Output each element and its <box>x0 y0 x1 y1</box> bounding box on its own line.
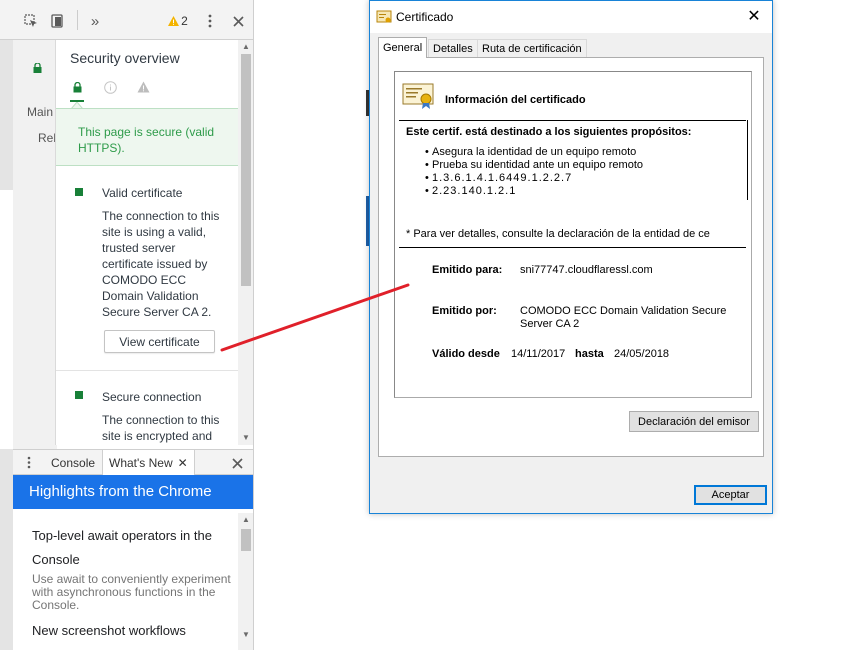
secure-lock-icon[interactable] <box>70 80 84 94</box>
valid-certificate-status-icon <box>75 188 83 196</box>
issuer-statement-button[interactable]: Declaración del emisor <box>629 411 759 432</box>
kebab-menu-icon[interactable] <box>201 12 219 30</box>
purposes-heading: Este certif. está destinado a los siguie… <box>406 126 692 138</box>
toolbar-divider <box>77 10 78 30</box>
drawer-scrollbar[interactable]: ▲ ▼ <box>238 513 253 650</box>
valid-to-value: 24/05/2018 <box>614 348 670 360</box>
tab-general[interactable]: General <box>378 37 428 58</box>
main-origin-label: Main <box>27 105 54 119</box>
highlights-title: Highlights from the Chrome <box>29 483 212 500</box>
device-toolbar-icon[interactable] <box>48 12 66 30</box>
info-icon[interactable] <box>103 80 117 94</box>
scrollbar-thumb[interactable] <box>241 529 251 551</box>
issued-to-label: Emitido para: <box>432 264 503 276</box>
warning-count: 2 <box>181 14 188 28</box>
scroll-down-arrow-icon[interactable]: ▼ <box>242 433 250 442</box>
dialog-title: Certificado <box>396 10 454 24</box>
divider <box>399 247 746 248</box>
tab-console[interactable]: Console <box>51 450 95 475</box>
issued-by-value: COMODO ECC Domain Validation Secure Serv… <box>520 305 727 330</box>
certificate-info-title: Información del certificado <box>445 94 586 106</box>
valid-to-label: hasta <box>575 348 604 360</box>
dialog-titlebar[interactable]: Certificado ✕ <box>370 1 772 33</box>
close-tab-icon[interactable]: ✕ <box>178 456 188 470</box>
whats-new-item-title[interactable]: Top-level await operators in the Console <box>32 524 232 572</box>
purpose-item: 1.3.6.1.4.1.6449.1.2.2.7 <box>425 172 572 184</box>
purpose-item: Asegura la identidad de un equipo remoto <box>425 146 636 158</box>
drawer-menu-icon[interactable] <box>27 456 31 474</box>
security-sidebar-background: Main Rel <box>13 40 57 450</box>
divider <box>747 120 748 200</box>
issued-by-label: Emitido por: <box>432 305 497 317</box>
purpose-item: Prueba su identidad ante un equipo remot… <box>425 159 643 171</box>
secure-connection-title: Secure connection <box>102 390 202 404</box>
view-certificate-button[interactable]: View certificate <box>104 330 215 353</box>
card-divider <box>56 370 238 371</box>
divider <box>399 120 746 121</box>
lock-icon <box>33 60 42 78</box>
certificate-info-panel: Información del certificado Este certif.… <box>394 71 752 398</box>
drawer-toolbar: Console What's New ✕ <box>13 449 253 475</box>
valid-from-value: 14/11/2017 <box>511 348 566 360</box>
general-tab-page: Información del certificado Este certif.… <box>378 57 764 457</box>
security-overview-title: Security overview <box>70 50 180 66</box>
tab-whats-new[interactable]: What's New ✕ <box>102 450 195 475</box>
scroll-down-arrow-icon[interactable]: ▼ <box>242 630 250 639</box>
tab-details[interactable]: Detalles <box>428 39 478 58</box>
devtools-panel: » 2 Main Rel Security overview This page… <box>0 0 254 650</box>
more-tabs-button[interactable]: » <box>86 12 104 30</box>
warnings-indicator[interactable]: 2 <box>166 12 190 30</box>
sidebar-strip <box>0 40 13 190</box>
issued-to-value: sni77747.cloudflaressl.com <box>520 264 653 276</box>
security-panel-scrollbar[interactable]: ▲ ▼ <box>238 40 253 445</box>
devtools-toolbar: » 2 <box>0 0 253 40</box>
whats-new-item-description: Use await to conveniently experiment wit… <box>32 572 231 612</box>
valid-from-label: Válido desde <box>432 348 500 360</box>
certificate-icon <box>402 82 434 110</box>
valid-certificate-title: Valid certificate <box>102 186 183 200</box>
secure-page-message: This page is secure (valid HTTPS). <box>78 125 215 155</box>
details-note: * Para ver detalles, consulte la declara… <box>406 228 710 240</box>
scrollbar-thumb[interactable] <box>241 54 251 286</box>
drawer-sidebar-strip <box>0 449 13 650</box>
warning-icon[interactable] <box>136 80 150 94</box>
whats-new-item-title[interactable]: New screenshot workflows <box>32 619 232 643</box>
tab-certification-path[interactable]: Ruta de certificación <box>477 39 587 58</box>
close-drawer-icon[interactable] <box>232 456 243 474</box>
close-dialog-icon[interactable]: ✕ <box>744 7 764 27</box>
security-overview-panel: Security overview This page is secure (v… <box>55 40 238 445</box>
secure-connection-status-icon <box>75 391 83 399</box>
certificate-dialog: Certificado ✕ General Detalles Ruta de c… <box>369 0 773 514</box>
secure-page-banner: This page is secure (valid HTTPS). <box>56 108 238 166</box>
secure-connection-description: The connection to this site is encrypted… <box>102 413 220 443</box>
scroll-up-arrow-icon[interactable]: ▲ <box>242 515 250 524</box>
valid-certificate-description: The connection to this site is using a v… <box>102 209 220 319</box>
inspect-element-icon[interactable] <box>22 12 40 30</box>
close-devtools-icon[interactable] <box>229 12 247 30</box>
certificate-app-icon <box>376 9 392 25</box>
reload-label: Rel <box>38 131 57 145</box>
scroll-up-arrow-icon[interactable]: ▲ <box>242 42 250 51</box>
whats-new-header: Highlights from the Chrome <box>13 475 253 509</box>
accept-button[interactable]: Aceptar <box>694 485 767 505</box>
tab-whats-new-label: What's New <box>109 455 173 470</box>
purpose-item: 2.23.140.1.2.1 <box>425 185 516 197</box>
